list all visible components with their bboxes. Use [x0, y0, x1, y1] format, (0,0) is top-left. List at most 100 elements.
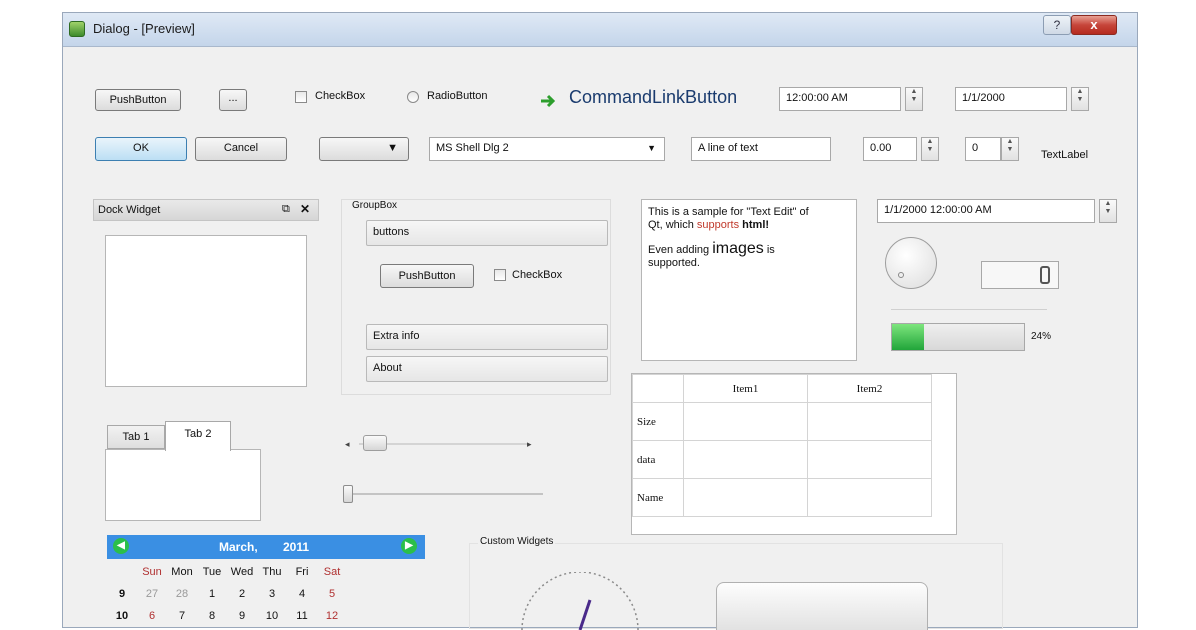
calendar-date[interactable]: 5	[317, 583, 347, 605]
radio-button[interactable]	[407, 91, 419, 103]
table-row-header[interactable]: data	[632, 440, 684, 479]
calendar-day-fri: Fri	[295, 566, 309, 578]
date-spin-arrows[interactable]: ▲ ▼	[1071, 87, 1089, 111]
calendar-date[interactable]: 8	[197, 605, 227, 627]
group-buttons-header[interactable]: buttons	[366, 220, 608, 246]
radio-label: RadioButton	[427, 90, 488, 102]
calendar-date[interactable]: 9	[227, 605, 257, 627]
table-row-header[interactable]: Name	[632, 478, 684, 517]
calendar-date[interactable]: 10	[257, 605, 287, 627]
help-button[interactable]: ?	[1043, 15, 1071, 35]
cancel-button[interactable]: Cancel	[195, 137, 287, 161]
line-edit[interactable]: A line of text	[691, 137, 831, 161]
group-about[interactable]: About	[366, 356, 608, 382]
tab-2[interactable]: Tab 2	[165, 421, 231, 451]
checkbox-label: CheckBox	[315, 90, 366, 102]
calendar-month[interactable]: March,	[219, 540, 258, 554]
combo-box[interactable]: ▼	[319, 137, 409, 161]
custom-widgets-title: Custom Widgets	[478, 536, 556, 547]
time-spin-arrows[interactable]: ▲ ▼	[905, 87, 923, 111]
calendar-date[interactable]: 11	[287, 605, 317, 627]
table-cell[interactable]	[807, 402, 932, 441]
lcd-digit	[1040, 266, 1050, 284]
font-combo-box[interactable]: MS Shell Dlg 2 ▼	[429, 137, 665, 161]
table-row: data	[632, 440, 932, 479]
calendar-week-col	[107, 561, 137, 583]
double-spin-box[interactable]: 0.00	[863, 137, 917, 161]
group-checkbox[interactable]	[494, 269, 506, 281]
calendar-date[interactable]: 6	[137, 605, 167, 627]
time-edit[interactable]: 12:00:00 AM	[779, 87, 901, 111]
scroll-right-arrow-icon[interactable]: ▸	[527, 439, 532, 450]
table-cell[interactable]	[683, 440, 808, 479]
table-cell[interactable]	[683, 478, 808, 517]
float-icon[interactable]: ⧉	[282, 203, 290, 216]
calendar-grid: Sun Mon Tue Wed Thu Fri Sat 9 27 28 1 2 …	[107, 561, 425, 627]
dial[interactable]	[885, 237, 937, 289]
calendar-date[interactable]: 7	[167, 605, 197, 627]
date-edit[interactable]: 1/1/2000	[955, 87, 1067, 111]
calendar-week-number: 10	[115, 610, 129, 622]
tab-1[interactable]: Tab 1	[107, 425, 165, 449]
table-cell[interactable]	[807, 440, 932, 479]
datetime-edit[interactable]: 1/1/2000 12:00:00 AM	[877, 199, 1095, 223]
dial-indicator	[898, 272, 904, 278]
text-edit-colored: supports	[696, 219, 740, 231]
group-push-button[interactable]: PushButton	[380, 264, 474, 288]
calendar-year[interactable]: 2011	[283, 540, 309, 554]
close-button[interactable]: x	[1071, 15, 1117, 35]
dock-widget-titlebar[interactable]: Dock Widget ⧉ ✕	[93, 199, 319, 221]
title-bar: Dialog - [Preview] ? x	[63, 13, 1137, 47]
text-edit[interactable]: This is a sample for "Text Edit" of Qt, …	[641, 199, 857, 361]
dock-close-icon[interactable]: ✕	[300, 202, 310, 216]
custom-widgets-group: Custom Widgets	[469, 536, 1003, 630]
table-corner[interactable]	[632, 374, 684, 403]
table-cell[interactable]	[683, 402, 808, 441]
scrollbar-handle[interactable]	[363, 435, 387, 451]
calendar-week-number: 9	[118, 588, 126, 600]
table-header-item1[interactable]: Item1	[683, 374, 808, 403]
app-icon	[69, 21, 85, 37]
calendar-next-icon[interactable]: ▶	[401, 538, 417, 554]
calendar-day-mon: Mon	[171, 566, 193, 578]
calendar-date[interactable]: 27	[137, 583, 167, 605]
checkbox[interactable]	[295, 91, 307, 103]
calendar-date[interactable]: 4	[287, 583, 317, 605]
spin-arrows[interactable]: ▲ ▼	[1001, 137, 1019, 161]
custom-widget-panel[interactable]	[716, 582, 928, 630]
progress-fill	[892, 324, 924, 350]
calendar-date[interactable]: 28	[167, 583, 197, 605]
slider-handle[interactable]	[343, 485, 353, 503]
progress-label: 24%	[1031, 331, 1052, 342]
table-row-header[interactable]: Size	[632, 402, 684, 441]
table-row: Size	[632, 402, 932, 441]
command-link-button[interactable]: CommandLinkButton	[569, 87, 737, 108]
group-extra-info[interactable]: Extra info	[366, 324, 608, 350]
datetime-spin-arrows[interactable]: ▲ ▼	[1099, 199, 1117, 223]
group-checkbox-label: CheckBox	[512, 269, 563, 281]
calendar-date[interactable]: 1	[197, 583, 227, 605]
table-header-item2[interactable]: Item2	[807, 374, 932, 403]
lcd-number	[981, 261, 1059, 289]
calendar-day-sun: Sun	[142, 566, 162, 578]
calendar-day-wed: Wed	[230, 566, 254, 578]
calendar-header: ◀ March, 2011 ▶	[107, 535, 425, 559]
scroll-left-arrow-icon[interactable]: ◂	[345, 439, 350, 450]
progress-bar	[891, 323, 1025, 351]
ellipsis-button[interactable]: ...	[219, 89, 247, 111]
calendar-date[interactable]: 12	[317, 605, 347, 627]
spin-box[interactable]: 0	[965, 137, 1001, 161]
calendar-date[interactable]: 3	[257, 583, 287, 605]
table-cell[interactable]	[807, 478, 932, 517]
double-spin-arrows[interactable]: ▲ ▼	[921, 137, 939, 161]
push-button[interactable]: PushButton	[95, 89, 181, 111]
calendar-day-thu: Thu	[262, 566, 282, 578]
ok-button[interactable]: OK	[95, 137, 187, 161]
calendar-date[interactable]: 2	[227, 583, 257, 605]
dock-widget-content	[105, 235, 307, 387]
separator-line	[891, 309, 1047, 310]
calendar-prev-icon[interactable]: ◀	[113, 538, 129, 554]
table-row: Name	[632, 478, 932, 517]
arrow-right-icon	[539, 93, 559, 109]
window-title: Dialog - [Preview]	[93, 21, 195, 36]
